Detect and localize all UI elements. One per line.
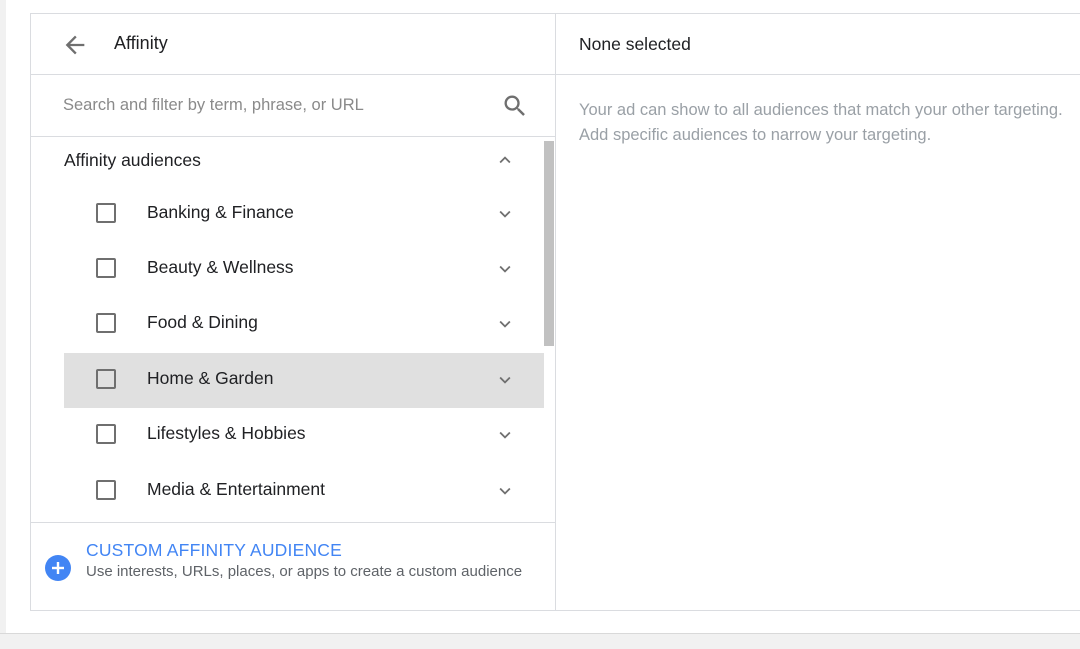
- plus-circle-icon[interactable]: [45, 555, 71, 581]
- checkbox[interactable]: [96, 369, 116, 389]
- selection-title: None selected: [579, 34, 691, 54]
- selection-header: None selected: [556, 14, 1080, 75]
- item-label: Lifestyles & Hobbies: [147, 423, 306, 443]
- list-scrollbar-thumb[interactable]: [544, 141, 554, 346]
- group-header-affinity-audiences[interactable]: Affinity audiences: [31, 137, 541, 183]
- search-row: [31, 75, 555, 137]
- search-icon[interactable]: [501, 92, 529, 120]
- chevron-down-icon[interactable]: [494, 313, 516, 335]
- chevron-down-icon[interactable]: [494, 369, 516, 391]
- list-item-banking-finance[interactable]: Banking & Finance: [64, 187, 544, 242]
- selection-panel: None selected Your ad can show to all au…: [556, 14, 1080, 610]
- chevron-up-icon[interactable]: [494, 149, 516, 171]
- checkbox[interactable]: [96, 203, 116, 223]
- checkbox[interactable]: [96, 424, 116, 444]
- custom-affinity-description: Use interests, URLs, places, or apps to …: [86, 563, 523, 580]
- audience-browser: Affinity Affinity audiences Banking & Fi…: [31, 14, 556, 610]
- item-label: Home & Garden: [147, 368, 274, 388]
- selection-description: Your ad can show to all audiences that m…: [579, 101, 1063, 144]
- bottom-divider: [0, 633, 1080, 634]
- chevron-down-icon[interactable]: [494, 258, 516, 280]
- chevron-down-icon[interactable]: [494, 424, 516, 446]
- item-label: Banking & Finance: [147, 202, 294, 222]
- browser-title: Affinity: [114, 33, 168, 53]
- checkbox[interactable]: [96, 313, 116, 333]
- group-label: Affinity audiences: [64, 150, 201, 170]
- list-item-lifestyles-hobbies[interactable]: Lifestyles & Hobbies: [64, 408, 544, 463]
- item-label: Beauty & Wellness: [147, 257, 294, 277]
- checkbox[interactable]: [96, 258, 116, 278]
- audience-picker-panel: Affinity Affinity audiences Banking & Fi…: [30, 13, 1080, 611]
- chevron-down-icon[interactable]: [494, 480, 516, 502]
- checkbox[interactable]: [96, 480, 116, 500]
- custom-affinity-section: CUSTOM AFFINITY AUDIENCE Use interests, …: [31, 522, 555, 611]
- arrow-back-icon[interactable]: [61, 31, 89, 59]
- audience-list: Affinity audiences Banking & Finance Bea…: [31, 137, 555, 522]
- item-label: Food & Dining: [147, 312, 258, 332]
- custom-affinity-audience-link[interactable]: CUSTOM AFFINITY AUDIENCE: [86, 540, 342, 561]
- page: Affinity Affinity audiences Banking & Fi…: [0, 0, 1080, 649]
- list-item-home-garden[interactable]: Home & Garden: [64, 353, 544, 408]
- chevron-down-icon[interactable]: [494, 203, 516, 225]
- browser-header: Affinity: [31, 14, 555, 75]
- list-item-beauty-wellness[interactable]: Beauty & Wellness: [64, 242, 544, 297]
- item-label: Media & Entertainment: [147, 479, 326, 499]
- list-item-media-entertainment[interactable]: Media & Entertainment: [64, 464, 544, 519]
- search-input[interactable]: [63, 91, 483, 119]
- list-item-food-dining[interactable]: Food & Dining: [64, 297, 544, 352]
